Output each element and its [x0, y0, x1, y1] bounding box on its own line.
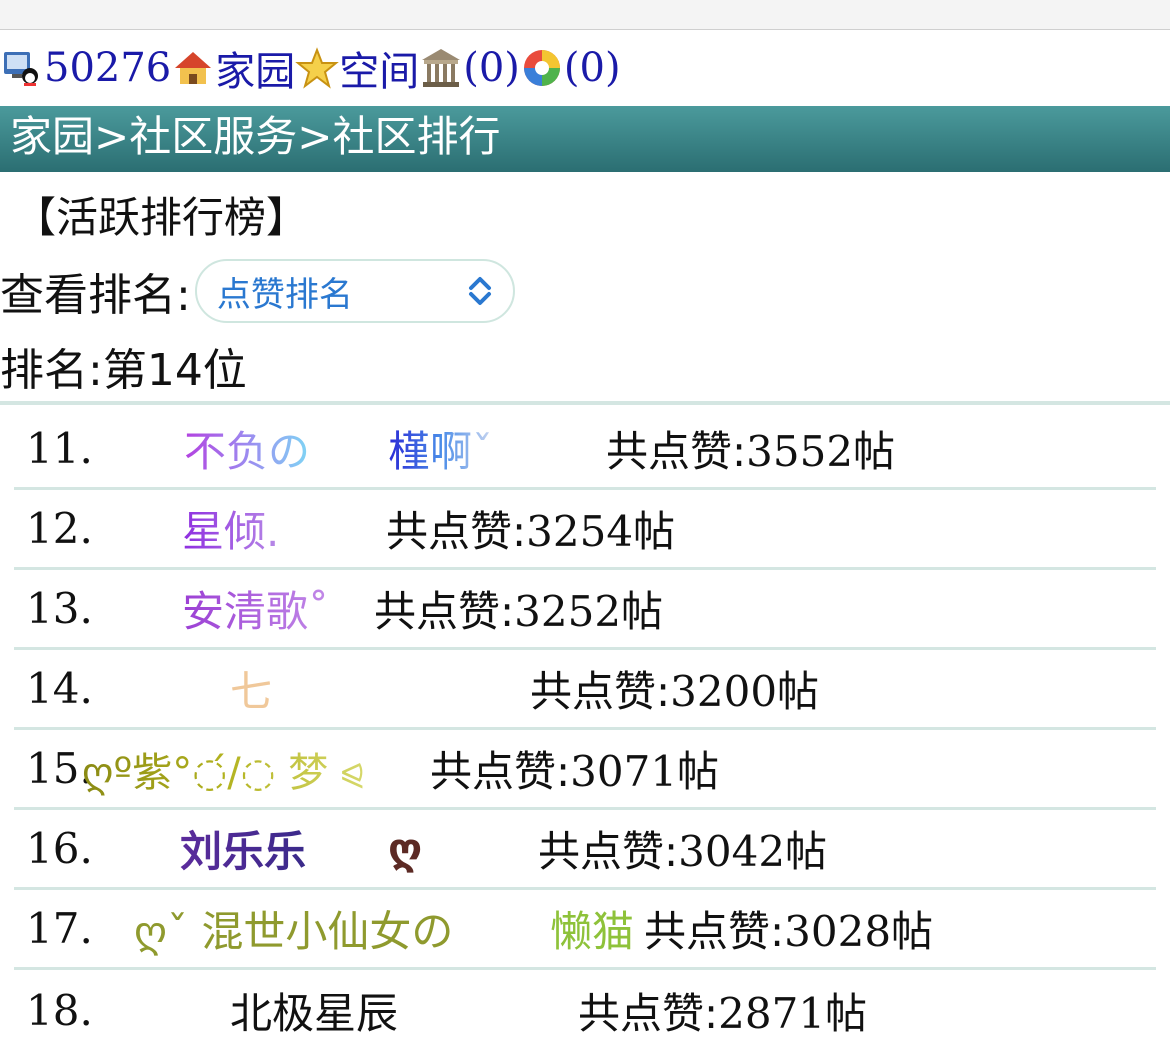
breadcrumb-community-ranking: 社区排行 — [332, 112, 501, 161]
rank-type-selected: 点赞排名 — [216, 274, 353, 315]
like-count: 共点赞:3552帖 — [606, 427, 896, 476]
rank-number: 18. — [26, 985, 93, 1035]
chevron-updown-icon — [468, 277, 491, 305]
ranking-row: 18. 北极星辰 共点赞:2871帖 — [14, 970, 1156, 1050]
album-icon — [520, 46, 564, 90]
user-name-link[interactable]: 不负の — [184, 418, 310, 479]
user-name-link[interactable]: ღˇ 混世小仙女の — [134, 898, 453, 959]
bank-icon — [419, 46, 463, 90]
view-rank-label: 查看排名: — [0, 270, 191, 321]
like-count: 共点赞:3254帖 — [386, 507, 676, 556]
top-toolbar: 50276 家园 空间 (0) (0) — [0, 36, 1170, 100]
rank-number: 11. — [26, 424, 93, 473]
user-name-link[interactable]: 星倾. — [182, 498, 279, 559]
ranking-row: 11. 不负の 槿啊ˇ 共点赞:3552帖 — [14, 410, 1156, 490]
ranking-row: 17. ღˇ 混世小仙女の 懒猫 共点赞:3028帖 — [14, 890, 1156, 970]
breadcrumb-separator: > — [297, 112, 333, 161]
ranking-row: 16. 刘乐乐 ღ 共点赞:3042帖 — [14, 810, 1156, 890]
user-name-link[interactable]: 七 — [230, 658, 272, 719]
rank-number: 14. — [26, 664, 93, 713]
qq-user-icon — [0, 46, 44, 90]
ranking-row: 13. 安清歌˚ 共点赞:3252帖 — [14, 570, 1156, 650]
home-link[interactable]: 家园 — [215, 39, 295, 97]
like-count: 共点赞:3071帖 — [430, 747, 720, 796]
user-name-link[interactable]: 懒猫 — [550, 898, 634, 959]
rank-type-select[interactable]: 点赞排名 — [194, 259, 515, 323]
like-count: 共点赞:3200帖 — [530, 667, 820, 716]
breadcrumb-separator: > — [94, 112, 130, 161]
view-rank-row: 查看排名: 点赞排名 — [0, 256, 515, 326]
user-id-link[interactable]: 50276 — [44, 45, 171, 91]
album-count-link[interactable]: (0) — [564, 45, 621, 91]
like-count: 共点赞:3042帖 — [538, 827, 828, 876]
star-icon — [295, 46, 340, 90]
like-count: 共点赞:3252帖 — [374, 587, 664, 636]
user-name-link[interactable]: 槿啊ˇ — [388, 418, 493, 479]
my-rank-text: 排名:第14位 — [0, 345, 247, 396]
page-title: 【活跃排行榜】 — [14, 193, 309, 242]
browser-top-strip — [0, 0, 1170, 30]
breadcrumb: 家园>社区服务>社区排行 — [0, 106, 1170, 172]
rank-number: 16. — [26, 824, 93, 873]
like-count: 共点赞:2871帖 — [578, 988, 868, 1038]
ranking-row: 15. ღº紫°◌́/◌ 梦 ⪨ 共点赞:3071帖 — [14, 730, 1156, 810]
user-name-link[interactable]: ღº紫°◌́/◌ 梦 ⪨ — [82, 740, 364, 798]
breadcrumb-community-service[interactable]: 社区服务 — [129, 112, 297, 161]
user-name-link[interactable]: 北极星辰 — [230, 980, 398, 1041]
user-name-link[interactable]: 刘乐乐 — [180, 818, 306, 879]
like-count: 共点赞:3028帖 — [644, 907, 934, 956]
bank-count-link[interactable]: (0) — [463, 45, 520, 91]
rank-number: 17. — [26, 904, 93, 953]
rank-number: 12. — [26, 504, 93, 553]
user-name-link[interactable]: ღ — [388, 824, 422, 873]
ranking-list: 11. 不负の 槿啊ˇ 共点赞:3552帖 12. 星倾. 共点赞:3254帖 … — [14, 410, 1156, 1050]
breadcrumb-home[interactable]: 家园 — [10, 112, 94, 161]
user-name-link[interactable]: 安清歌˚ — [182, 578, 329, 639]
divider — [0, 401, 1170, 405]
ranking-row: 12. 星倾. 共点赞:3254帖 — [14, 490, 1156, 570]
rank-number: 13. — [26, 584, 93, 633]
ranking-row: 14. 七 共点赞:3200帖 — [14, 650, 1156, 730]
space-link[interactable]: 空间 — [339, 39, 419, 97]
home-icon — [171, 46, 215, 90]
